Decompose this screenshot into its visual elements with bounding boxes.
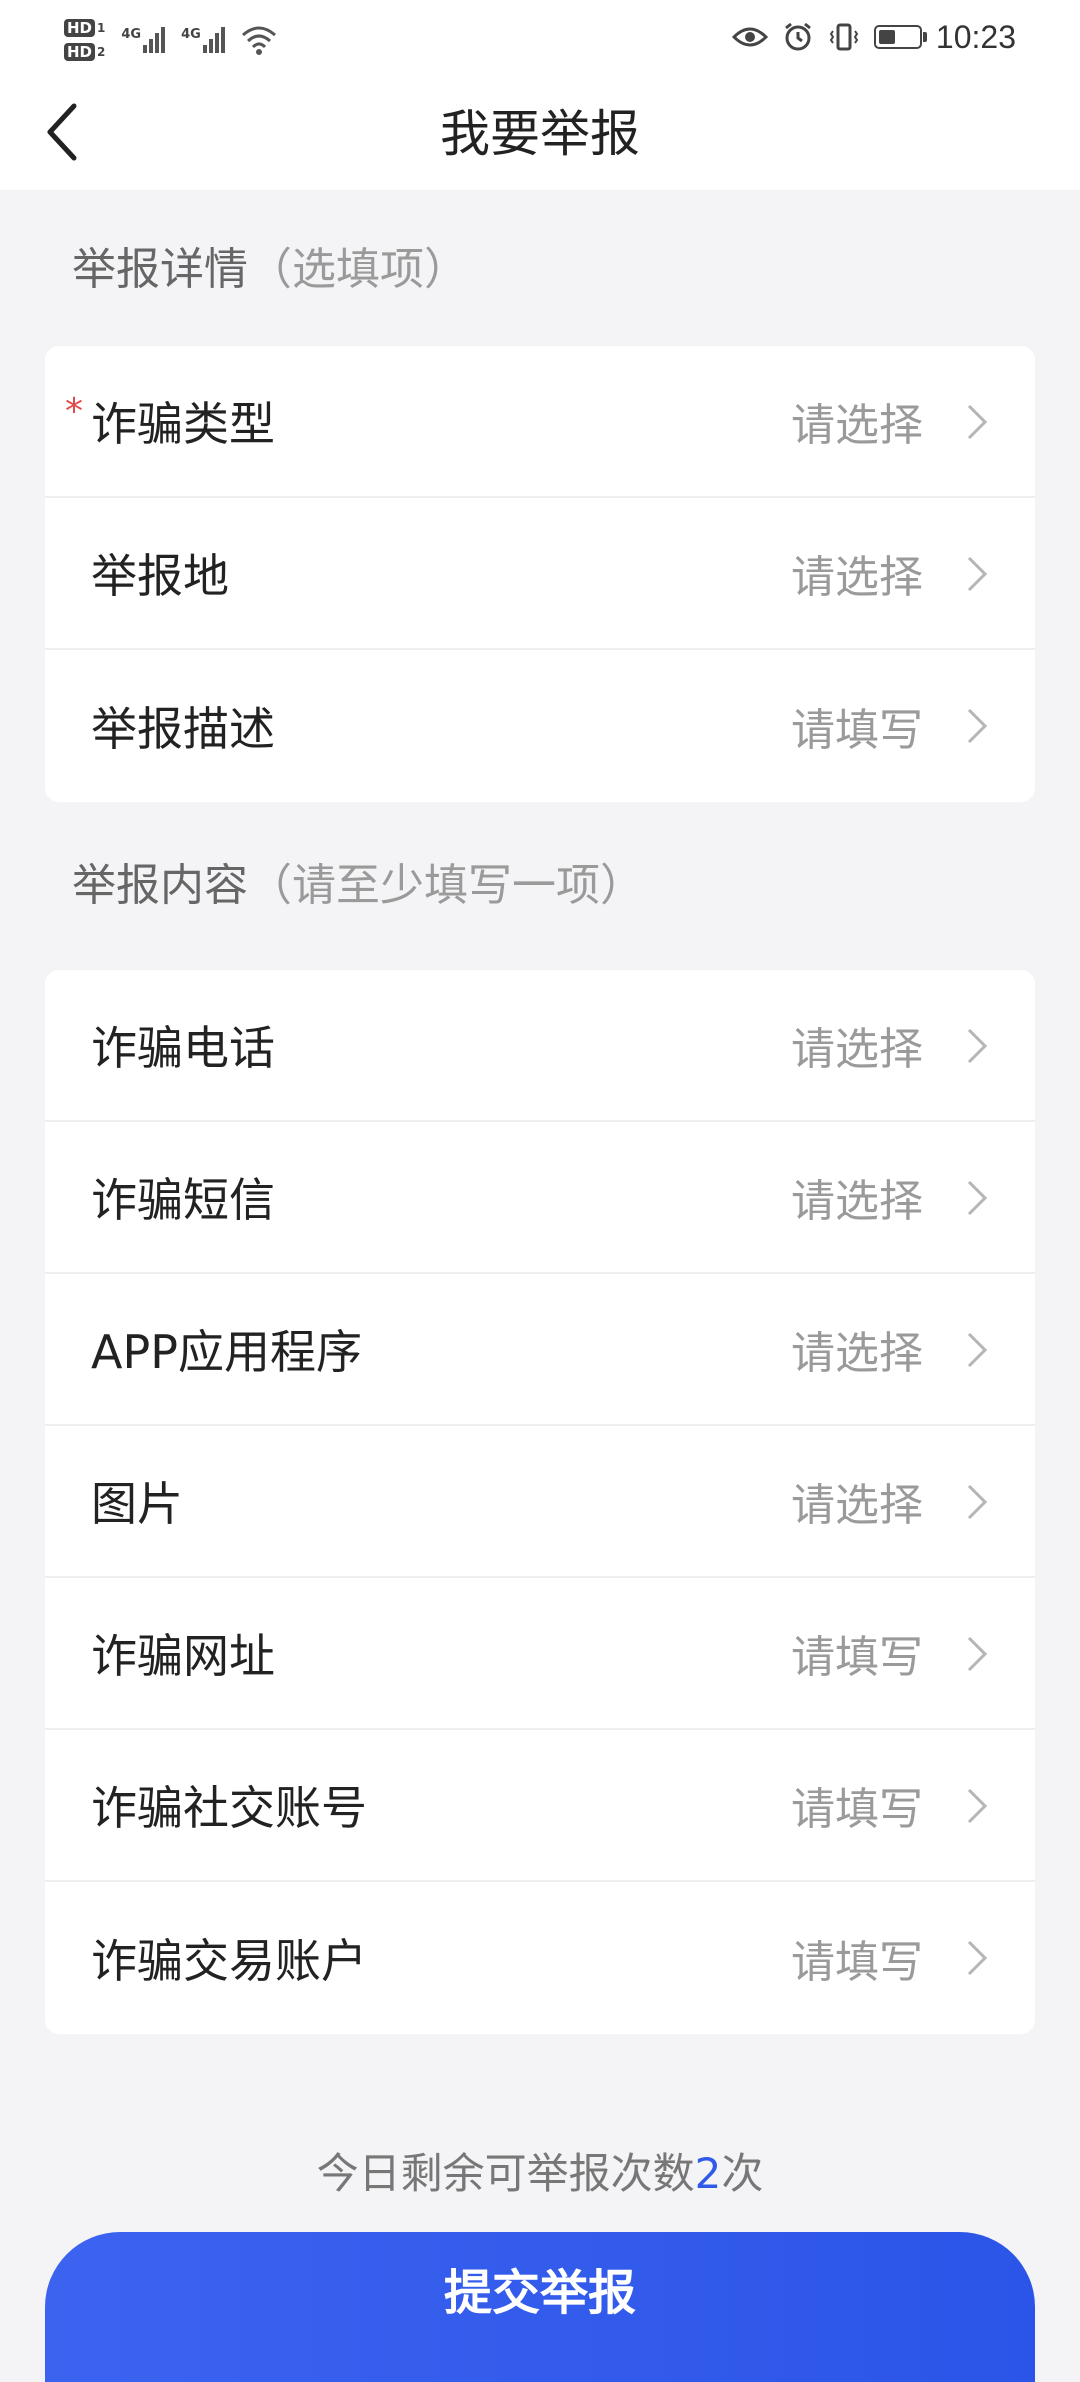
status-bar: HD 1 HD 2 4G 4G 10:23 [0, 0, 1080, 72]
page-title: 我要举报 [440, 105, 640, 163]
sim1-hd-badge: HD 1 [64, 19, 105, 37]
chevron-right-icon [967, 1788, 988, 1824]
remaining-prefix: 今日剩余可举报次数 [316, 2149, 695, 2198]
sim1-number: 1 [97, 21, 106, 35]
row-fraud-phone[interactable]: 诈骗电话 请选择 [45, 970, 1035, 1122]
signal-bar [155, 33, 160, 53]
row-label: APP应用程序 [91, 1325, 362, 1379]
status-time: 10:23 [935, 18, 1016, 55]
signal-1-icon: 4G [121, 27, 166, 53]
status-right: 10:23 [731, 12, 1016, 62]
row-fraud-type[interactable]: * 诈骗类型 请选择 [45, 346, 1035, 498]
network-1-label: 4G [121, 27, 142, 42]
chevron-right-icon [967, 1180, 988, 1216]
row-fraud-social-account[interactable]: 诈骗社交账号 请填写 [45, 1730, 1035, 1882]
row-label: 诈骗社交账号 [91, 1781, 367, 1835]
submit-report-button[interactable]: 提交举报 [45, 2232, 1035, 2382]
signal-bar [202, 45, 207, 53]
row-placeholder: 请选择 [791, 552, 923, 603]
signal-2-icon: 4G [181, 27, 225, 53]
row-app[interactable]: APP应用程序 请选择 [45, 1274, 1035, 1426]
row-label: 诈骗短信 [91, 1173, 275, 1227]
section-details-heading: 举报详情（选填项） [72, 242, 468, 298]
row-report-location[interactable]: 举报地 请选择 [45, 498, 1035, 650]
row-placeholder: 请选择 [791, 1176, 923, 1227]
sim2-hd-badge: HD 2 [64, 43, 105, 61]
row-fraud-transaction-account[interactable]: 诈骗交易账户 请填写 [45, 1882, 1035, 2034]
signal-bar [161, 27, 166, 53]
sim-indicators: HD 1 HD 2 [64, 19, 105, 61]
chevron-right-icon [967, 556, 988, 592]
battery-icon [873, 25, 927, 49]
signal-bar [143, 45, 148, 53]
page-header: 我要举报 [0, 72, 1080, 190]
row-label: 举报描述 [91, 702, 275, 756]
sim1-hd-label: HD [64, 19, 96, 37]
chevron-right-icon [967, 1332, 988, 1368]
eye-icon [731, 27, 768, 47]
remaining-reports-text: 今日剩余可举报次数2次 [0, 2146, 1080, 2202]
row-label: 举报地 [91, 549, 229, 603]
signal-bar [214, 33, 219, 53]
status-left: HD 1 HD 2 4G 4G [64, 10, 277, 70]
signal-bar [220, 27, 225, 53]
section-details-title: 举报详情 [72, 244, 248, 295]
row-placeholder: 请选择 [791, 1024, 923, 1075]
sim2-hd-label: HD [64, 43, 96, 61]
row-label: 图片 [91, 1477, 183, 1531]
content-card: 诈骗电话 请选择 诈骗短信 请选择 APP应用程序 请选择 图片 请选择 诈骗网… [45, 970, 1035, 2034]
alarm-icon [784, 22, 811, 51]
row-fraud-url[interactable]: 诈骗网址 请填写 [45, 1578, 1035, 1730]
signal-bar [208, 39, 213, 53]
chevron-right-icon [967, 1484, 988, 1520]
row-placeholder: 请填写 [791, 705, 923, 756]
row-placeholder: 请选择 [791, 1480, 923, 1531]
battery-fill [878, 30, 895, 44]
section-content-title: 举报内容 [72, 860, 248, 911]
section-content-heading: 举报内容（请至少填写一项） [72, 858, 644, 914]
remaining-suffix: 次 [721, 2149, 764, 2198]
details-card: * 诈骗类型 请选择 举报地 请选择 举报描述 请填写 [45, 346, 1035, 802]
row-placeholder: 请填写 [791, 1937, 923, 1988]
vibrate-icon [829, 23, 859, 51]
chevron-right-icon [967, 404, 988, 440]
row-label: 诈骗类型 [91, 397, 275, 451]
remaining-count: 2 [694, 2149, 722, 2198]
row-label: 诈骗电话 [91, 1021, 275, 1075]
chevron-right-icon [967, 708, 988, 744]
section-content-note: （请至少填写一项） [248, 860, 644, 911]
chevron-right-icon [967, 1940, 988, 1976]
row-label: 诈骗交易账户 [91, 1934, 367, 1988]
chevron-right-icon [967, 1636, 988, 1672]
row-placeholder: 请选择 [791, 1328, 923, 1379]
row-placeholder: 请填写 [791, 1632, 923, 1683]
row-placeholder: 请填写 [791, 1784, 923, 1835]
sim2-number: 2 [97, 45, 106, 59]
row-image[interactable]: 图片 请选择 [45, 1426, 1035, 1578]
section-details-note: （选填项） [248, 244, 468, 295]
required-mark: * [65, 391, 83, 432]
row-fraud-sms[interactable]: 诈骗短信 请选择 [45, 1122, 1035, 1274]
row-label: 诈骗网址 [91, 1629, 275, 1683]
signal-bar [149, 39, 154, 53]
row-report-description[interactable]: 举报描述 请填写 [45, 650, 1035, 802]
network-2-label: 4G [181, 27, 201, 42]
wifi-icon [241, 26, 276, 55]
chevron-right-icon [967, 1028, 988, 1064]
row-placeholder: 请选择 [791, 400, 923, 451]
